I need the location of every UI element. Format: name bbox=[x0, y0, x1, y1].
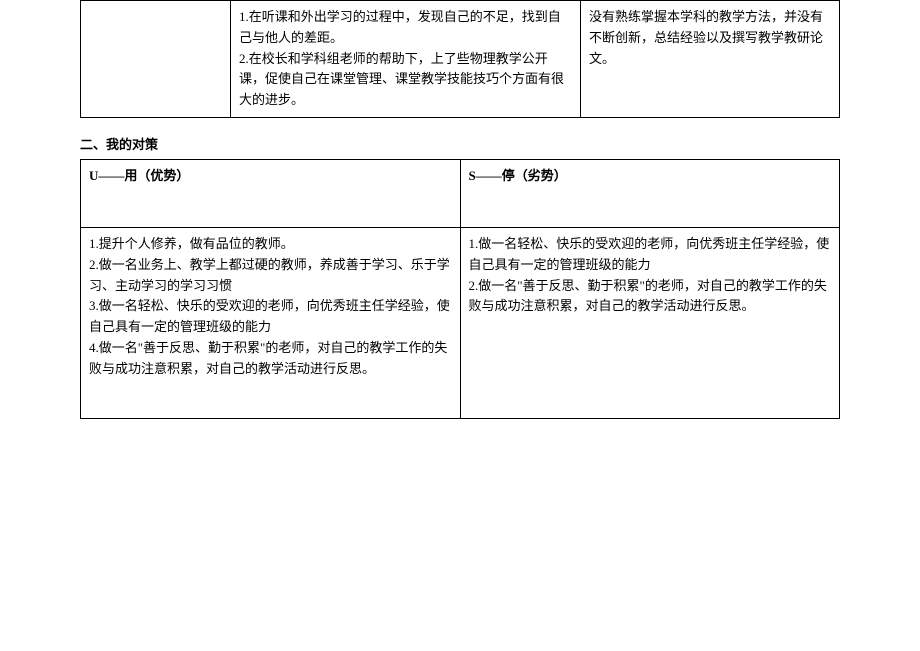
table1-r1-c3: 没有熟练掌握本学科的教学方法，并没有不断创新，总结经验以及撰写教学教研论文。 bbox=[581, 1, 840, 118]
strategy-header-stop: S——停（劣势） bbox=[460, 159, 840, 227]
strategy-body-stop-text: 1.做一名轻松、快乐的受欢迎的老师，向优秀班主任学经验，使自己具有一定的管理班级… bbox=[469, 234, 832, 317]
table1-r1-c2: 1.在听课和外出学习的过程中，发现自己的不足，找到自己与他人的差距。 2.在校长… bbox=[231, 1, 581, 118]
strategy-body-use-text: 1.提升个人修养，做有品位的教师。 2.做一名业务上、教学上都过硬的教师，养成善… bbox=[89, 234, 452, 380]
strategy-body-use: 1.提升个人修养，做有品位的教师。 2.做一名业务上、教学上都过硬的教师，养成善… bbox=[81, 227, 461, 418]
strategy-header-use: U——用（优势） bbox=[81, 159, 461, 227]
strategy-body-stop: 1.做一名轻松、快乐的受欢迎的老师，向优秀班主任学经验，使自己具有一定的管理班级… bbox=[460, 227, 840, 418]
table1-r1-c1 bbox=[81, 1, 231, 118]
strategy-table: U——用（优势） S——停（劣势） 1.提升个人修养，做有品位的教师。 2.做一… bbox=[80, 159, 840, 419]
analysis-table: 1.在听课和外出学习的过程中，发现自己的不足，找到自己与他人的差距。 2.在校长… bbox=[80, 0, 840, 118]
section-title: 二、我的对策 bbox=[80, 134, 840, 153]
